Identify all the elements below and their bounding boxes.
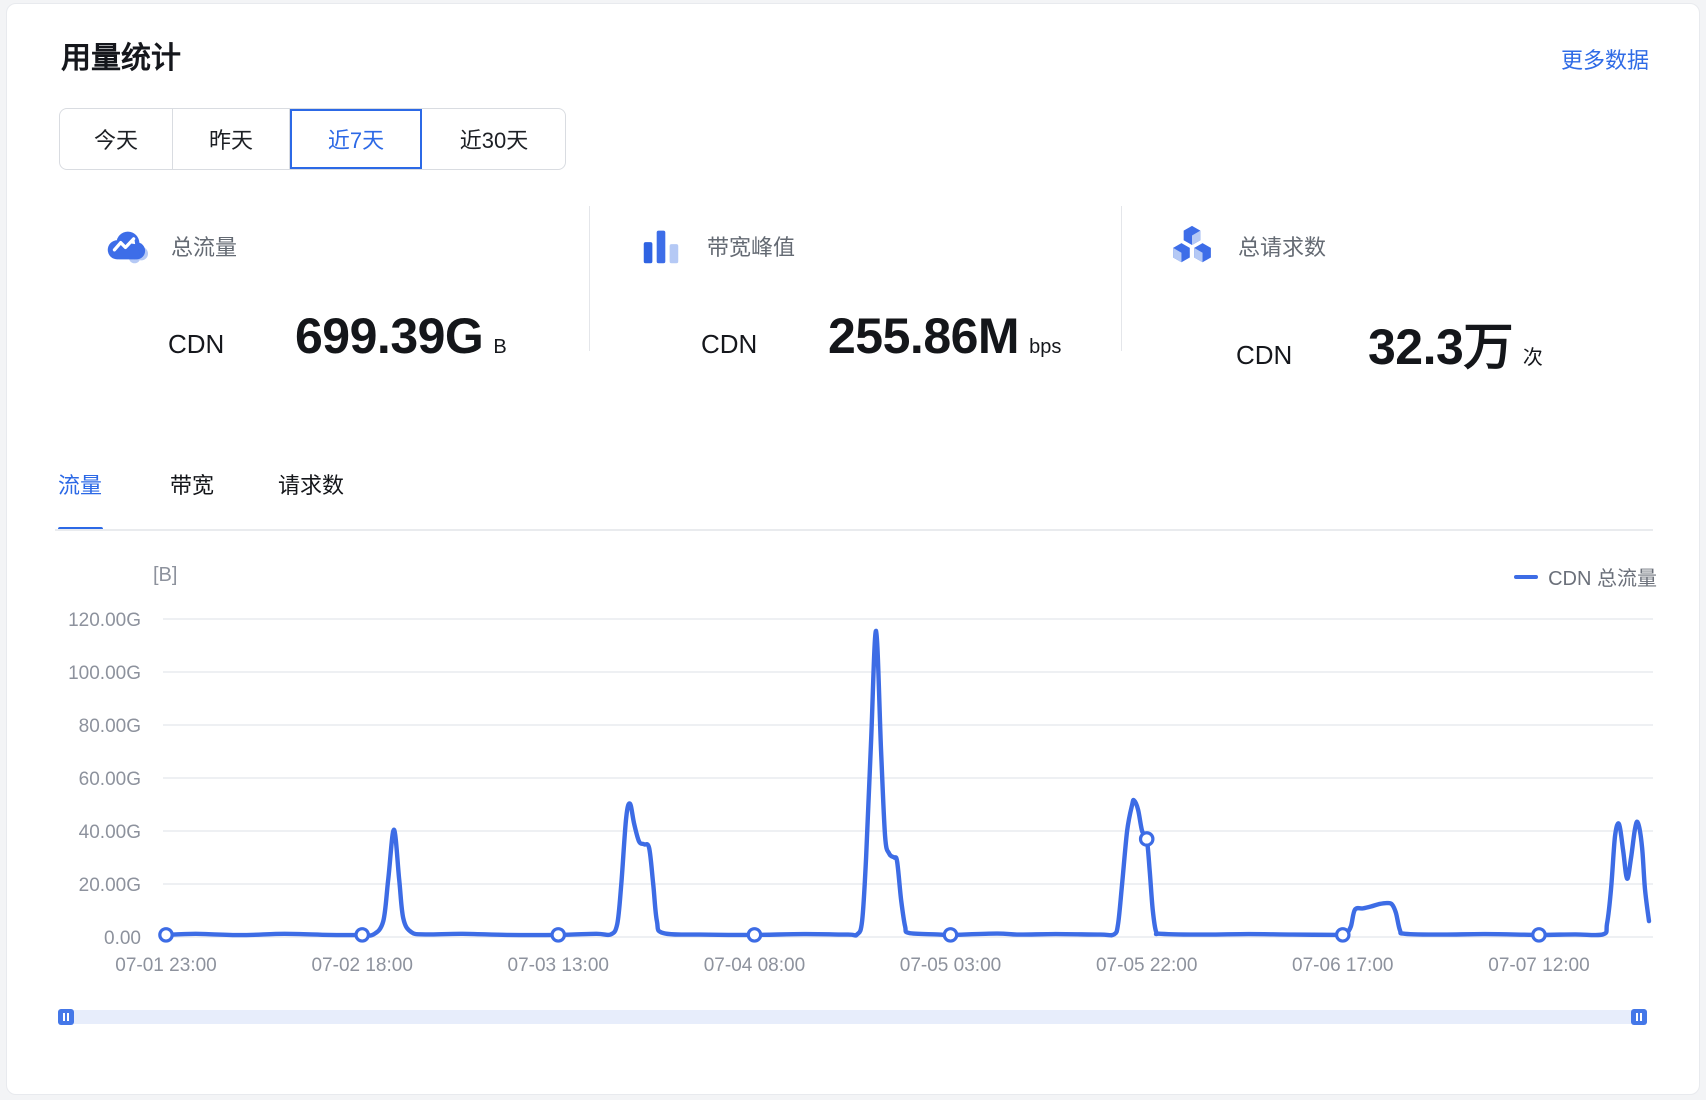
- x-axis-tick-label: 07-06 17:00: [1292, 955, 1393, 976]
- range-slider-track[interactable]: [58, 1010, 1647, 1024]
- tab-bandwidth[interactable]: 带宽: [170, 472, 214, 500]
- range-tab-last-30-days[interactable]: 近30天: [423, 109, 565, 169]
- stat-value: 699.39G: [295, 307, 483, 365]
- stat-label: 总流量: [171, 230, 237, 262]
- tab-requests[interactable]: 请求数: [278, 472, 344, 500]
- x-axis-tick-label: 07-05 03:00: [900, 955, 1001, 976]
- tabs-divider: [55, 529, 1653, 531]
- data-point-marker: [748, 929, 760, 941]
- traffic-chart: [B] CDN 总流量 0.0020.00G40.00G60.00G80.00G…: [7, 534, 1700, 1094]
- data-point-marker: [160, 929, 172, 941]
- bandwidth-bars-icon: [638, 223, 684, 269]
- stat-product: CDN: [168, 329, 295, 360]
- data-point-marker: [1533, 929, 1545, 941]
- tab-traffic[interactable]: 流量: [58, 472, 102, 500]
- range-slider-left-handle[interactable]: [58, 1009, 74, 1025]
- y-axis-tick-label: 60.00G: [79, 769, 141, 790]
- stat-label: 总请求数: [1238, 230, 1326, 262]
- x-axis-tick-label: 07-03 13:00: [508, 955, 609, 976]
- cloud-traffic-icon: [102, 223, 148, 269]
- page-title: 用量统计: [61, 42, 181, 76]
- stats-row: 总流量 CDN 699.39G B 带宽峰值 CDN: [7, 199, 1700, 364]
- data-point-marker: [552, 929, 564, 941]
- y-axis-tick-label: 20.00G: [79, 875, 141, 896]
- x-axis-tick-label: 07-02 18:00: [311, 955, 412, 976]
- stat-value: 255.86M: [828, 307, 1019, 365]
- data-point-marker: [944, 929, 956, 941]
- line-chart-canvas: 0.00 20.00G 40.00G 60.00G 80.00G 100.00G 120.0…: [7, 534, 1700, 1014]
- chart-range-slider: [58, 1009, 1647, 1025]
- range-tab-today[interactable]: 今天: [60, 109, 173, 169]
- stat-value: 32.3万: [1368, 307, 1513, 379]
- y-axis-tick-label: 80.00G: [79, 716, 141, 737]
- requests-cubes-icon: [1169, 223, 1215, 269]
- more-data-link[interactable]: 更多数据: [1561, 48, 1649, 74]
- x-axis-tick-label: 07-07 12:00: [1488, 955, 1589, 976]
- y-axis-tick-label: 0.00: [104, 928, 141, 949]
- x-axis-tick-label: 07-05 22:00: [1096, 955, 1197, 976]
- stats-divider: [589, 206, 590, 351]
- date-range-tabs: 今天 昨天 近7天 近30天: [59, 108, 566, 170]
- y-axis-tick-label: 40.00G: [79, 822, 141, 843]
- data-point-marker: [1337, 929, 1349, 941]
- stat-card-total-traffic: 总流量 CDN 699.39G B: [102, 199, 572, 364]
- range-tab-yesterday[interactable]: 昨天: [173, 109, 290, 169]
- stat-label: 带宽峰值: [707, 230, 795, 262]
- traffic-series-line: [166, 631, 1649, 936]
- stat-product: CDN: [701, 329, 828, 360]
- stat-product: CDN: [1236, 340, 1368, 371]
- stat-unit: 次: [1523, 341, 1543, 370]
- stats-divider: [1121, 206, 1122, 351]
- stat-unit: B: [493, 336, 506, 359]
- y-axis-tick-label: 120.00G: [68, 610, 141, 631]
- range-tab-last-7-days[interactable]: 近7天: [290, 109, 423, 169]
- range-slider-right-handle[interactable]: [1631, 1009, 1647, 1025]
- x-axis-tick-label: 07-01 23:00: [115, 955, 216, 976]
- stat-unit: bps: [1029, 336, 1061, 359]
- x-axis-tick-label: 07-04 08:00: [704, 955, 805, 976]
- y-axis-tick-label: 100.00G: [68, 663, 141, 684]
- page-background: { "header": { "title": "用量统计", "more_lin…: [0, 0, 1706, 1100]
- stat-card-peak-bandwidth: 带宽峰值 CDN 255.86M bps: [638, 199, 1098, 364]
- usage-stats-card: 用量统计 更多数据 今天 昨天 近7天 近30天 总流量: [6, 3, 1700, 1095]
- data-point-marker: [356, 929, 368, 941]
- data-point-marker: [1141, 833, 1153, 845]
- stat-card-total-requests: 总请求数 CDN 32.3万 次: [1169, 199, 1669, 364]
- metric-tabs: 流量 带宽 请求数: [7, 472, 1700, 534]
